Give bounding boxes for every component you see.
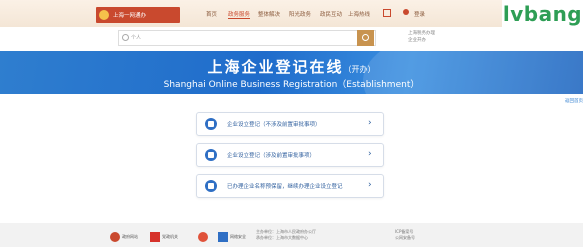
banner-title-suffix: （开办）: [343, 65, 376, 74]
nav-item-home[interactable]: 首页: [206, 10, 217, 18]
chevron-right-icon: ›: [368, 180, 372, 190]
footer-logo-tax[interactable]: [198, 231, 208, 242]
site-logo[interactable]: 上海一网通办: [96, 7, 180, 23]
footer-registration: ICP备案号 公网安备号: [395, 229, 415, 241]
chevron-right-icon: ›: [368, 149, 372, 159]
nav-item-hotline[interactable]: 上海热线: [348, 10, 370, 18]
search-icon: [362, 34, 369, 41]
chevron-right-icon: ›: [368, 118, 372, 128]
footer-info: 主办单位：上海市人民政府办公厅 承办单位：上海市大数据中心: [256, 229, 316, 241]
banner-subtitle: Shanghai Online Business Registration（Es…: [163, 80, 420, 90]
emblem-icon: [99, 10, 109, 20]
hero-banner: 上海企业登记在线（开办） Shanghai Online Business Re…: [0, 51, 583, 94]
nav-item-services[interactable]: 政务服务: [228, 10, 251, 19]
gov-emblem-icon: [110, 231, 120, 242]
top-bar: 上海一网通办 首页 政务服务 整体解决 阳光政务 政民互动 上海热线 登录: [0, 0, 583, 27]
user-icon: [403, 9, 409, 15]
watermark-brand: lvbang: [502, 0, 583, 27]
location-icon: [122, 34, 129, 41]
security-badge-icon: [218, 231, 228, 242]
search-input[interactable]: 个人: [118, 30, 376, 46]
document-icon: [205, 180, 217, 192]
footer: 政府网站 党政机关 网络安全 主办单位：上海市人民政府办公厅 承办单位：上海市大…: [0, 223, 583, 247]
hot-link-1[interactable]: 上海税务办理: [408, 30, 435, 37]
document-icon: [205, 149, 217, 161]
document-icon: [205, 118, 217, 130]
option-card-preapproval[interactable]: 企业设立登记（涉及前置审批事项） ›: [196, 143, 384, 167]
footer-logo-security[interactable]: 网络安全: [218, 231, 246, 242]
return-home-link[interactable]: 返回首页: [565, 98, 583, 104]
footer-logo-label: 党政机关: [162, 234, 178, 239]
option-label: 企业设立登记（涉及前置审批事项）: [227, 153, 316, 159]
home-icon[interactable]: [383, 9, 391, 17]
party-badge-icon: [150, 231, 160, 242]
tax-badge-icon: [198, 231, 208, 242]
brand-text: lvbang: [502, 1, 583, 26]
nav-item-open-gov[interactable]: 阳光政务: [289, 10, 311, 18]
option-card-no-preapproval[interactable]: 企业设立登记（不涉及前置审批事项） ›: [196, 112, 384, 136]
footer-logo-label: 网络安全: [230, 234, 246, 239]
footer-logo-gov[interactable]: 政府网站: [110, 231, 138, 242]
banner-title-text: 上海企业登记在线: [207, 58, 344, 76]
search-button[interactable]: [357, 30, 374, 46]
nav-item-solutions[interactable]: 整体解决: [258, 10, 280, 18]
hot-links: 上海税务办理 企业开办: [408, 30, 435, 44]
hot-link-2[interactable]: 企业开办: [408, 37, 435, 44]
footer-logo-party[interactable]: 党政机关: [150, 231, 178, 242]
search-placeholder: 个人: [131, 35, 142, 41]
option-label: 已办理企业名称预保留，继续办理企业设立登记: [227, 184, 343, 190]
footer-logo-label: 政府网站: [122, 234, 138, 239]
banner-title: 上海企业登记在线（开办）: [0, 56, 583, 77]
footer-police-record[interactable]: 公网安备号: [395, 235, 415, 241]
option-card-reserved-name[interactable]: 已办理企业名称预保留，继续办理企业设立登记 ›: [196, 174, 384, 198]
login-link[interactable]: 登录: [414, 10, 425, 18]
site-logo-text: 上海一网通办: [113, 13, 147, 19]
nav-item-interaction[interactable]: 政民互动: [320, 10, 342, 18]
footer-organizer: 承办单位：上海市大数据中心: [256, 235, 308, 240]
option-label: 企业设立登记（不涉及前置审批事项）: [227, 122, 321, 128]
